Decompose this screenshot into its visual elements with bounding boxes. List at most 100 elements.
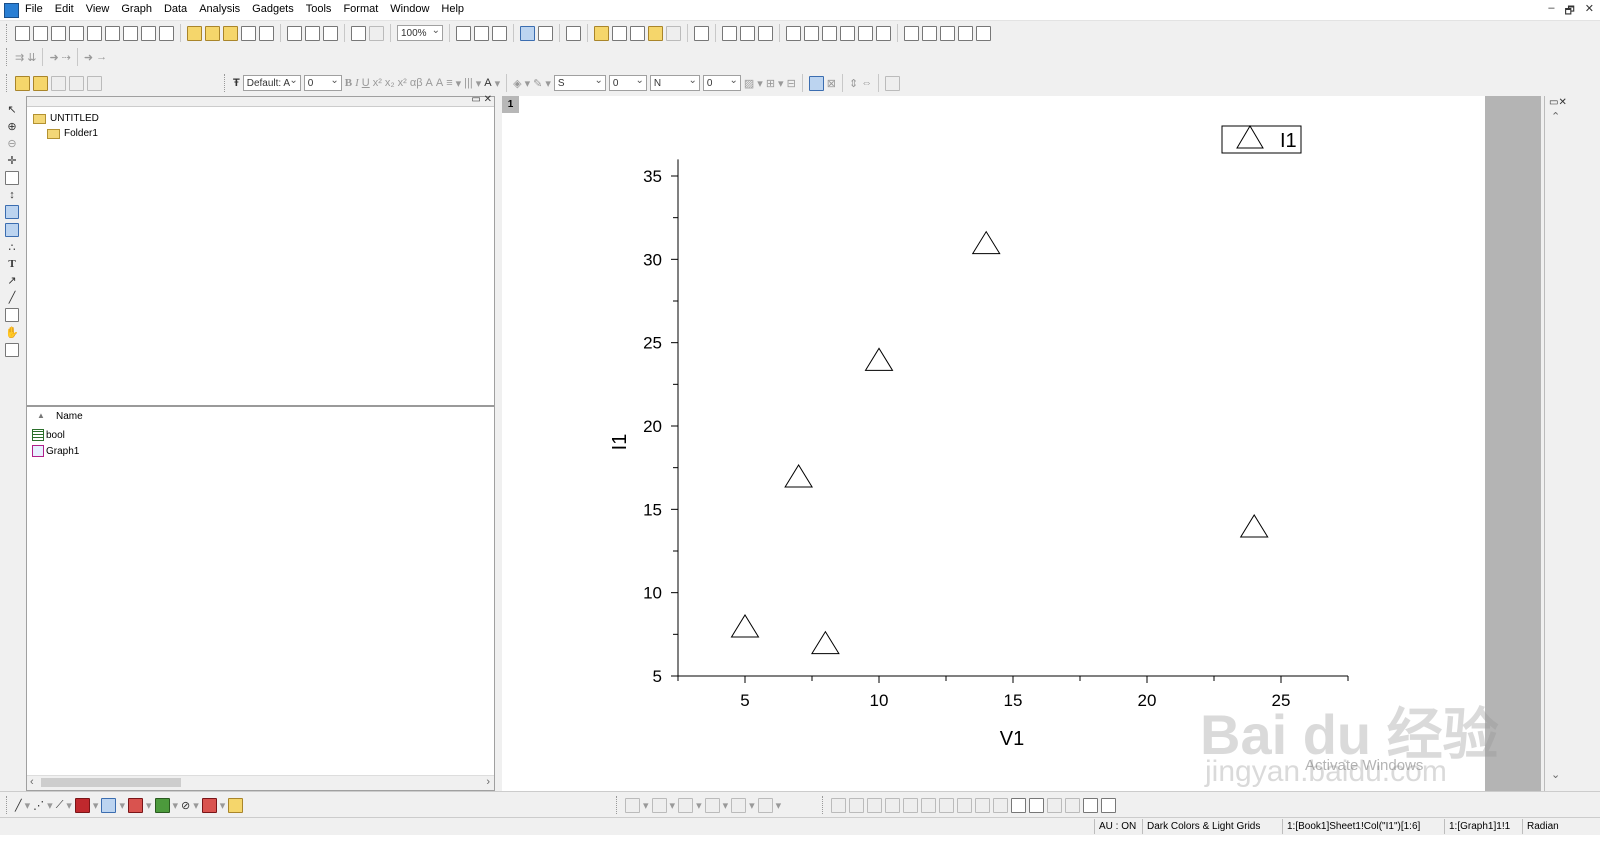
dropdown-arrow-icon[interactable]: ▾	[776, 799, 782, 812]
dropdown-arrow-icon[interactable]: ▾	[495, 77, 501, 90]
table-grid-icon[interactable]: ⊟	[787, 77, 796, 90]
toolbar-grip[interactable]	[616, 796, 620, 814]
toolbar-grip[interactable]	[6, 74, 10, 92]
app-icon[interactable]	[4, 3, 19, 18]
lock-icon[interactable]	[885, 75, 901, 91]
back-icon[interactable]	[957, 797, 972, 813]
annotation-tool-icon[interactable]	[5, 343, 19, 357]
color-scale-icon[interactable]	[940, 25, 955, 41]
list-header[interactable]: ▲ Name	[27, 409, 494, 425]
pattern-icon[interactable]: ▨	[744, 77, 754, 90]
shift-end-icon[interactable]: →	[96, 51, 107, 63]
results-log-icon[interactable]	[538, 25, 553, 41]
group-icon[interactable]	[1011, 797, 1026, 813]
import-ascii-icon[interactable]	[287, 25, 302, 41]
align-vcenter-icon[interactable]	[903, 797, 918, 813]
notes-window-icon[interactable]	[630, 25, 645, 41]
dropdown-arrow-icon[interactable]: ▾	[545, 77, 551, 90]
align-icon[interactable]: ≡	[446, 77, 452, 89]
distribute-horizontal-icon[interactable]: ⇔	[861, 77, 872, 89]
arrow-tool-icon[interactable]: ↗	[7, 274, 16, 287]
fill-style-combo[interactable]: N	[649, 73, 700, 91]
ungroup-icon[interactable]	[1029, 797, 1044, 813]
mask-range-icon[interactable]	[51, 75, 66, 91]
mask-icon[interactable]	[15, 75, 30, 91]
menu-data[interactable]: Data	[164, 3, 187, 15]
line-width-combo[interactable]: 0	[608, 73, 647, 91]
dropdown-arrow-icon[interactable]: ▾	[723, 799, 729, 812]
recalculate-icon[interactable]	[351, 25, 366, 41]
mask-swap-icon[interactable]	[69, 75, 84, 91]
timestamp-icon[interactable]	[958, 25, 973, 41]
toolbar-grip[interactable]	[6, 24, 10, 42]
text-tool-icon[interactable]: T	[8, 258, 15, 270]
custom-routine-icon[interactable]	[648, 25, 663, 41]
menu-gadgets[interactable]: Gadgets	[252, 3, 294, 15]
dropdown-arrow-icon[interactable]: ▾	[476, 77, 482, 90]
font-color-icon[interactable]: A	[484, 77, 491, 89]
align-top-icon[interactable]	[867, 797, 882, 813]
toolbar-grip[interactable]	[224, 74, 228, 92]
unmask-icon[interactable]	[33, 75, 48, 91]
font-size-combo[interactable]: 0	[303, 73, 342, 91]
template-library-icon[interactable]	[228, 797, 244, 813]
menu-tools[interactable]: Tools	[306, 3, 332, 15]
dropdown-arrow-icon[interactable]: ▾	[778, 77, 784, 90]
merge-icon[interactable]	[808, 75, 824, 91]
subscript-icon[interactable]: x₂	[385, 77, 395, 89]
column-icon[interactable]: |||	[464, 77, 473, 89]
project-explorer-icon[interactable]	[566, 25, 581, 41]
bold-icon[interactable]: B	[345, 77, 352, 89]
new-folder-icon[interactable]	[33, 25, 48, 41]
3d-contour-icon[interactable]	[757, 797, 773, 813]
pointer-icon[interactable]: ↖	[7, 103, 16, 116]
dropdown-arrow-icon[interactable]: ▾	[66, 799, 72, 812]
same-height-icon[interactable]	[1065, 797, 1080, 813]
add-layer-icon[interactable]	[722, 25, 737, 41]
line-tool-icon[interactable]: ╱	[9, 291, 16, 304]
import-multiple-icon[interactable]	[305, 25, 320, 41]
3d-bar-icon[interactable]	[127, 797, 143, 813]
new-notes-icon[interactable]	[159, 25, 174, 41]
align-right-icon[interactable]	[849, 797, 864, 813]
axis-right-icon[interactable]	[840, 25, 855, 41]
stock-plot-icon[interactable]	[201, 797, 217, 813]
select-all-icon[interactable]	[1083, 797, 1098, 813]
import-wizard-icon[interactable]	[323, 25, 338, 41]
legend-icon[interactable]	[922, 25, 937, 41]
list-item[interactable]: Graph1	[32, 443, 79, 459]
fill-color-icon[interactable]: ◈	[513, 77, 521, 90]
open-excel-icon[interactable]	[223, 25, 238, 41]
scroll-right-icon[interactable]: ›	[486, 776, 490, 788]
code-builder-icon[interactable]	[520, 25, 535, 41]
same-width-icon[interactable]	[1047, 797, 1062, 813]
list-item[interactable]: bool	[32, 427, 79, 443]
supersubscript-icon[interactable]: x²	[398, 77, 407, 89]
scroll-left-icon[interactable]: ‹	[30, 776, 34, 788]
tree-folder[interactable]: Folder1	[33, 126, 99, 141]
menu-edit[interactable]: Edit	[55, 3, 74, 15]
dropdown-arrow-icon[interactable]: ▾	[525, 77, 531, 90]
menu-analysis[interactable]: Analysis	[199, 3, 240, 15]
polar-plot-icon[interactable]: ⊘	[181, 799, 190, 812]
horizontal-scrollbar[interactable]: ‹ ›	[27, 775, 494, 790]
command-window-icon[interactable]	[612, 25, 627, 41]
scrollbar-thumb[interactable]	[41, 778, 181, 787]
data-reader-icon[interactable]: ↕	[9, 189, 15, 201]
legend[interactable]: I1	[1221, 125, 1302, 154]
scatter-chart[interactable]: 5 10 15 20 255101520253035 I1 V1 I1	[502, 96, 1485, 791]
forward-icon[interactable]	[975, 797, 990, 813]
new-layout-icon[interactable]	[141, 25, 156, 41]
dock-close-icon[interactable]: ▭✕	[1549, 97, 1567, 108]
deselect-icon[interactable]	[1101, 797, 1116, 813]
new-matrix-icon[interactable]	[105, 25, 120, 41]
dropdown-arrow-icon[interactable]: ▾	[643, 799, 649, 812]
axis-left-icon[interactable]	[822, 25, 837, 41]
batch-icon[interactable]	[369, 25, 384, 41]
mask-hide-icon[interactable]	[87, 75, 102, 91]
tree-root[interactable]: UNTITLED	[33, 111, 99, 126]
axis-corner-icon[interactable]	[858, 25, 873, 41]
italic-icon[interactable]: I	[355, 77, 359, 89]
dropdown-arrow-icon[interactable]: ▾	[146, 799, 152, 812]
merge-graph-icon[interactable]	[740, 25, 755, 41]
